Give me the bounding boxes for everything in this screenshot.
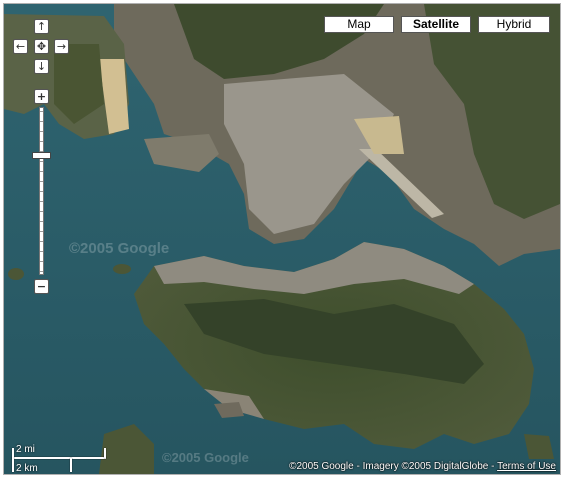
map-type-map-button[interactable]: Map	[324, 16, 394, 33]
satellite-imagery	[4, 4, 560, 474]
west-islet	[8, 268, 24, 280]
terms-of-use-link[interactable]: Terms of Use	[497, 461, 556, 472]
zoom-tick	[40, 211, 43, 212]
watermark: ©2005 Google	[69, 240, 170, 257]
scale-line	[12, 457, 106, 459]
zoom-tick	[40, 231, 43, 232]
copyright-text: ©2005 Google - Imagery ©2005 DigitalGlob…	[289, 461, 495, 472]
zoom-slider-thumb[interactable]	[32, 152, 51, 160]
zoom-in-button[interactable]: +	[34, 89, 49, 104]
pan-up-button[interactable]: ↑	[34, 19, 49, 34]
zoom-tick	[40, 191, 43, 192]
watermark: ©2005 Google	[162, 450, 249, 465]
zoom-tick	[40, 171, 43, 172]
zoom-tick	[40, 111, 43, 112]
map-type-satellite-button[interactable]: Satellite	[401, 16, 471, 33]
zoom-tick	[40, 251, 43, 252]
map-viewport[interactable]: ©2005 Google ©2005 Google ↑ ← ✥ → ↓ + − …	[3, 3, 561, 475]
zoom-tick	[40, 221, 43, 222]
zoom-tick	[40, 271, 43, 272]
zoom-tick	[40, 181, 43, 182]
map-type-hybrid-button[interactable]: Hybrid	[478, 16, 550, 33]
zoom-tick	[40, 201, 43, 202]
scale-km-label: 2 km	[16, 463, 38, 474]
scale-km-tick	[70, 458, 72, 472]
zoom-tick	[40, 161, 43, 162]
green-island	[113, 264, 131, 274]
zoom-tick	[40, 141, 43, 142]
zoom-tick	[40, 121, 43, 122]
scale-bar: 2 mi 2 km	[8, 444, 108, 474]
scale-miles-label: 2 mi	[16, 444, 35, 455]
scale-mi-tick	[104, 448, 106, 458]
copyright-notice: ©2005 Google - Imagery ©2005 DigitalGlob…	[289, 461, 556, 472]
pan-down-button[interactable]: ↓	[34, 59, 49, 74]
zoom-out-button[interactable]: −	[34, 279, 49, 294]
scale-left-tick	[12, 448, 14, 472]
zoom-tick	[40, 241, 43, 242]
pan-center-button[interactable]: ✥	[34, 39, 49, 54]
zoom-tick	[40, 131, 43, 132]
zoom-tick	[40, 261, 43, 262]
pan-right-button[interactable]: →	[54, 39, 69, 54]
pan-left-button[interactable]: ←	[13, 39, 28, 54]
